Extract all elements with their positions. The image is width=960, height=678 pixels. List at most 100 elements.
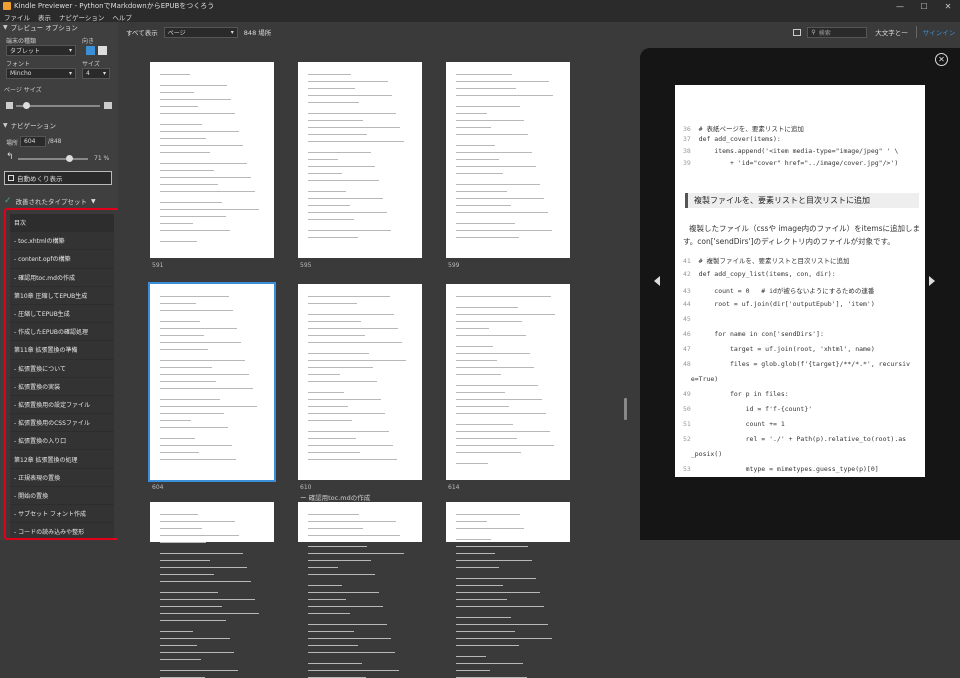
toc-item[interactable]: - 正規表現の置換	[10, 468, 114, 487]
toc-item[interactable]: - サブセット フォント作成	[10, 505, 114, 524]
page-size-slider-thumb[interactable]	[23, 102, 30, 109]
page-thumbnail[interactable]	[446, 62, 570, 258]
text-line	[308, 392, 344, 393]
text-line	[160, 321, 200, 322]
text-line	[456, 385, 538, 386]
text-line	[160, 406, 257, 407]
toc-item[interactable]: - 拡張置換用のCSSファイル	[10, 414, 114, 433]
text-line	[456, 392, 505, 393]
line-number: 49	[683, 390, 691, 398]
code-text: for p in files:	[698, 390, 789, 398]
table-of-contents: 目次 - toc.xhtmlの構築 - content.opfの構築 - 確認用toc…	[4, 208, 122, 540]
page-thumbnail[interactable]	[298, 62, 422, 258]
minimize-button[interactable]: —	[888, 2, 912, 11]
next-page-icon[interactable]	[929, 276, 935, 286]
toc-item[interactable]: 目次	[10, 214, 114, 233]
page-thumbnail[interactable]	[150, 62, 274, 258]
text-line	[160, 420, 191, 421]
preview-options-header[interactable]: ▼ プレビュー オプション	[0, 22, 118, 33]
maximize-button[interactable]: ☐	[912, 2, 936, 11]
text-line	[308, 303, 357, 304]
font-select[interactable]: Mincho ▾	[6, 68, 76, 79]
text-line	[456, 74, 512, 75]
text-line	[308, 205, 350, 206]
page-thumbnail[interactable]	[446, 284, 570, 480]
landscape-icon[interactable]	[98, 46, 107, 55]
thumbnail-view-icon[interactable]	[793, 28, 802, 36]
toc-item[interactable]: 第11章 拡張置換の準備	[10, 341, 114, 360]
search-input[interactable]: ⚲ 検索	[807, 26, 868, 38]
code-line: 41 # 複製ファイルを、要素リストと目次リストに追加	[683, 255, 849, 265]
menu-help[interactable]: ヘルプ	[112, 12, 132, 22]
close-window-button[interactable]: ✕	[936, 2, 960, 11]
text-line	[308, 652, 395, 653]
page-thumbnail[interactable]	[150, 502, 274, 678]
auto-advance-button[interactable]: 自動めくり表示	[4, 171, 112, 185]
text-line	[308, 141, 404, 142]
navigation-header[interactable]: ▼ ナビゲーション	[0, 120, 56, 131]
code-text: id = f'f-{count}'	[698, 405, 813, 413]
portrait-icon[interactable]	[86, 46, 95, 55]
page-thumbnail[interactable]	[446, 502, 570, 678]
text-line	[160, 74, 190, 75]
text-line	[456, 599, 507, 600]
toc-item[interactable]: - 拡張置換について	[10, 359, 114, 378]
location-slider[interactable]	[18, 158, 88, 160]
code-line: 38 items.append('<item media-type="image…	[683, 147, 898, 155]
toc-item[interactable]: - 開始の置換	[10, 486, 114, 505]
menu-navigation[interactable]: ナビゲーション	[59, 12, 104, 22]
location-count: 848 場所	[243, 29, 272, 37]
toc-item[interactable]: - コードの読み込みや整形	[10, 523, 114, 538]
page-thumbnail[interactable]	[298, 284, 422, 480]
small-page-icon	[6, 102, 13, 109]
close-preview-icon[interactable]: ✕	[935, 53, 948, 66]
location-input[interactable]: 604	[20, 136, 46, 147]
text-line	[160, 335, 204, 336]
line-number: 50	[683, 405, 691, 413]
back-arrow-icon[interactable]: ↰	[6, 152, 14, 162]
title-bar: Kindle Previewer - PythonでMarkdownからEPUB…	[0, 0, 960, 12]
menu-view[interactable]: 表示	[38, 12, 51, 22]
match-case-toggle[interactable]: 大文字と一	[875, 27, 908, 37]
device-select[interactable]: タブレット ▾	[6, 45, 76, 56]
size-select[interactable]: 4 ▾	[82, 68, 110, 79]
toc-item[interactable]: - 拡張置換の実装	[10, 377, 114, 396]
line-number: 53	[683, 465, 691, 473]
text-line	[308, 95, 392, 96]
text-line	[308, 431, 389, 432]
toc-item[interactable]: - 圧縮してEPUB生成	[10, 304, 114, 324]
text-line	[160, 535, 239, 536]
chevron-down-icon: ▾	[102, 70, 106, 77]
text-line	[160, 613, 259, 614]
toc-item[interactable]: - 拡張置換の入り口	[10, 432, 114, 451]
section-caption: ー 確認用toc.mdの作成	[300, 494, 371, 502]
text-line	[456, 145, 495, 146]
code-line: 46 for name in con['sendDirs']:	[683, 330, 824, 338]
line-number: 37	[683, 135, 691, 143]
toc-item[interactable]: 第10章 圧縮してEPUB生成	[10, 286, 114, 305]
location-percent: 71 %	[94, 155, 110, 162]
text-line	[456, 670, 490, 671]
page-grid: 591 595 599 604 610 614	[118, 42, 638, 678]
toc-item[interactable]: - toc.xhtmlの構築	[10, 232, 114, 251]
location-slider-thumb[interactable]	[66, 155, 73, 162]
text-line	[456, 159, 499, 160]
previous-page-icon[interactable]	[654, 276, 660, 286]
line-number: 43	[683, 287, 691, 295]
toc-item[interactable]: - 作成したEPUBの確認処理	[10, 323, 114, 342]
code-line: 36 # 表紙ページを、要素リストに追加	[683, 123, 804, 133]
toc-item[interactable]: 第12章 拡張置換の処理	[10, 450, 114, 469]
text-line	[456, 617, 511, 618]
page-thumbnail[interactable]	[148, 282, 276, 482]
page-thumbnail[interactable]	[298, 502, 422, 678]
toc-item[interactable]: - 確認用toc.mdの作成	[10, 268, 114, 287]
signin-link[interactable]: サインイン	[923, 27, 956, 37]
view-mode-select[interactable]: ページ ▾	[163, 26, 238, 38]
text-line	[308, 452, 360, 453]
vertical-scrollbar[interactable]	[624, 398, 627, 420]
text-line	[160, 106, 198, 107]
toc-item[interactable]: - 拡張置換用の設定ファイル	[10, 395, 114, 415]
text-line	[160, 413, 224, 414]
toc-item[interactable]: - content.opfの構築	[10, 250, 114, 269]
menu-file[interactable]: ファイル	[4, 12, 30, 22]
